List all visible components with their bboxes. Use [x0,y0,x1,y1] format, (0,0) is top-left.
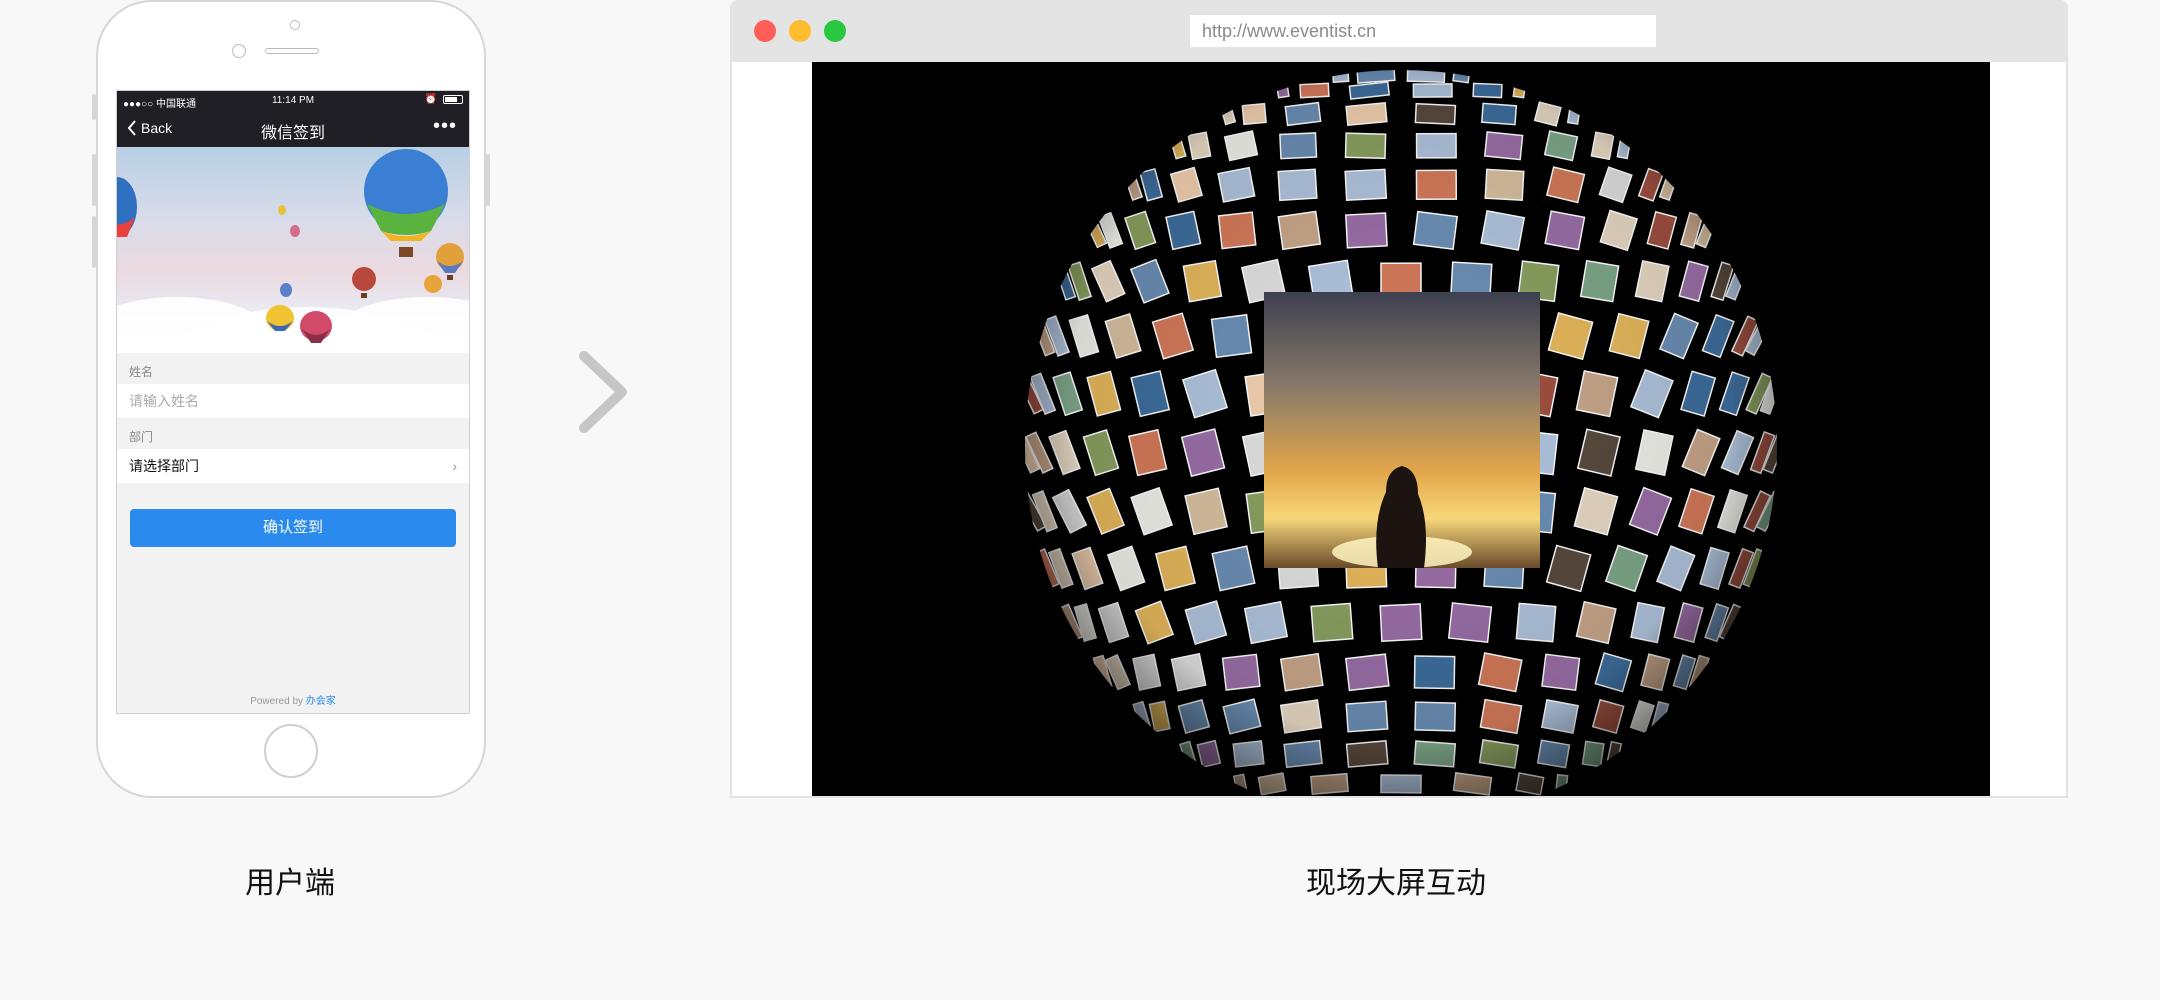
browser-window: http://www.eventist.cn [730,0,2068,798]
url-bar[interactable]: http://www.eventist.cn [1190,15,1656,47]
proximity-sensor [290,20,300,30]
balloon-banner-image [117,147,469,353]
balloon-distant-2 [278,205,286,215]
canvas: ●●●○○ 中国联通 11:14 PM ⏰ Back 微信签到 ••• 姓名 请… [0,0,2160,1000]
home-button[interactable] [264,724,318,778]
close-window-button[interactable] [754,20,776,42]
nav-bar: Back 微信签到 ••• [117,111,469,147]
name-field[interactable]: 请输入姓名 [117,384,469,418]
confirm-checkin-button[interactable]: 确认签到 [130,509,456,547]
name-field-label: 姓名 [129,365,154,379]
chevron-right-icon: › [452,458,457,474]
dept-select-value: 请选择部门 [129,458,199,474]
maximize-window-button[interactable] [824,20,846,42]
alarm-icon: ⏰ [424,94,437,105]
page-title: 微信签到 [260,125,325,142]
front-camera [232,44,246,58]
dept-select[interactable]: 请选择部门 › [117,449,469,483]
balloon-yellow [266,305,294,331]
balloon-red [352,267,376,298]
phone-mute-switch [92,94,96,120]
balloon-distant-1 [290,225,300,237]
balloon-distant-3 [280,283,292,297]
powered-by-footer: Powered by 办会家 [117,692,469,707]
photo-sphere-image [1025,70,1777,796]
status-icons: ⏰ [425,94,463,105]
brand-link[interactable]: 办会家 [306,696,336,707]
chevron-right-arrow-icon [579,351,627,433]
more-menu-button[interactable]: ••• [433,115,457,138]
balloon-left [117,177,137,237]
caption-big-screen: 现场大屏互动 [1306,866,1486,901]
caption-user-side: 用户端 [245,866,335,901]
phone-volume-up [92,154,96,206]
earpiece-speaker [265,48,319,54]
minimize-window-button[interactable] [789,20,811,42]
phone-screen: ●●●○○ 中国联通 11:14 PM ⏰ Back 微信签到 ••• 姓名 请… [116,90,470,714]
status-time: 11:14 PM [271,95,315,106]
phone-volume-down [92,216,96,268]
balloon-pink [300,311,332,343]
balloon-tiny [424,275,442,293]
photo-sphere-display [812,62,1990,796]
name-field-placeholder: 请输入姓名 [129,393,199,409]
phone-mockup: ●●●○○ 中国联通 11:14 PM ⏰ Back 微信签到 ••• 姓名 请… [92,0,490,798]
phone-power-button [486,154,490,206]
dept-field-label: 部门 [129,430,154,444]
status-bar: ●●●○○ 中国联通 11:14 PM ⏰ [117,91,469,111]
battery-icon [443,95,463,104]
powered-by-prefix: Powered by [250,696,304,707]
browser-toolbar: http://www.eventist.cn [732,2,2066,62]
